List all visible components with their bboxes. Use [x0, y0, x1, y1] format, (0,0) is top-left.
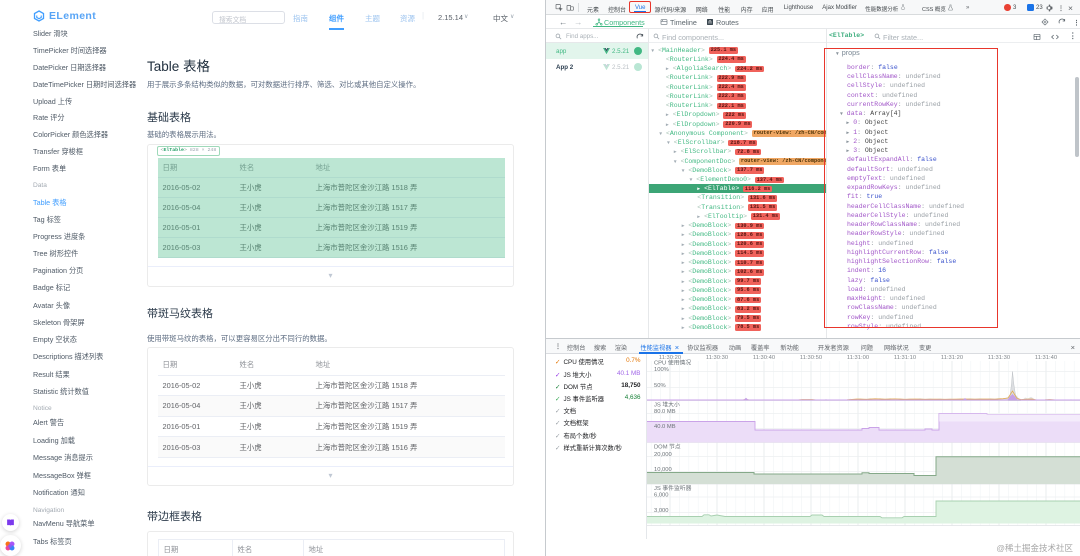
svg-text:11:31:40: 11:31:40 [1034, 355, 1056, 361]
svg-text:11:31:00: 11:31:00 [846, 355, 868, 361]
svg-text:40.0 MB: 40.0 MB [654, 424, 676, 430]
svg-text:11:30:50: 11:30:50 [799, 355, 821, 361]
svg-text:11:31:30: 11:31:30 [987, 355, 1009, 361]
svg-text:20,000: 20,000 [654, 452, 672, 458]
svg-text:JS 堆大小: JS 堆大小 [654, 401, 680, 409]
svg-text:DOM 节点: DOM 节点 [654, 443, 681, 451]
svg-text:10,000: 10,000 [654, 467, 672, 473]
svg-text:50%: 50% [654, 383, 666, 389]
svg-text:CPU 使用情况: CPU 使用情况 [654, 359, 691, 367]
svg-text:80.0 MB: 80.0 MB [654, 409, 676, 415]
svg-text:6,000: 6,000 [654, 493, 669, 499]
svg-text:3,000: 3,000 [654, 508, 669, 514]
svg-text:11:30:40: 11:30:40 [752, 355, 774, 361]
svg-text:11:30:30: 11:30:30 [705, 355, 727, 361]
svg-text:100%: 100% [654, 367, 669, 373]
svg-text:11:31:20: 11:31:20 [940, 355, 962, 361]
svg-text:11:31:10: 11:31:10 [893, 355, 915, 361]
svg-text:JS 事件监听器: JS 事件监听器 [654, 484, 692, 492]
